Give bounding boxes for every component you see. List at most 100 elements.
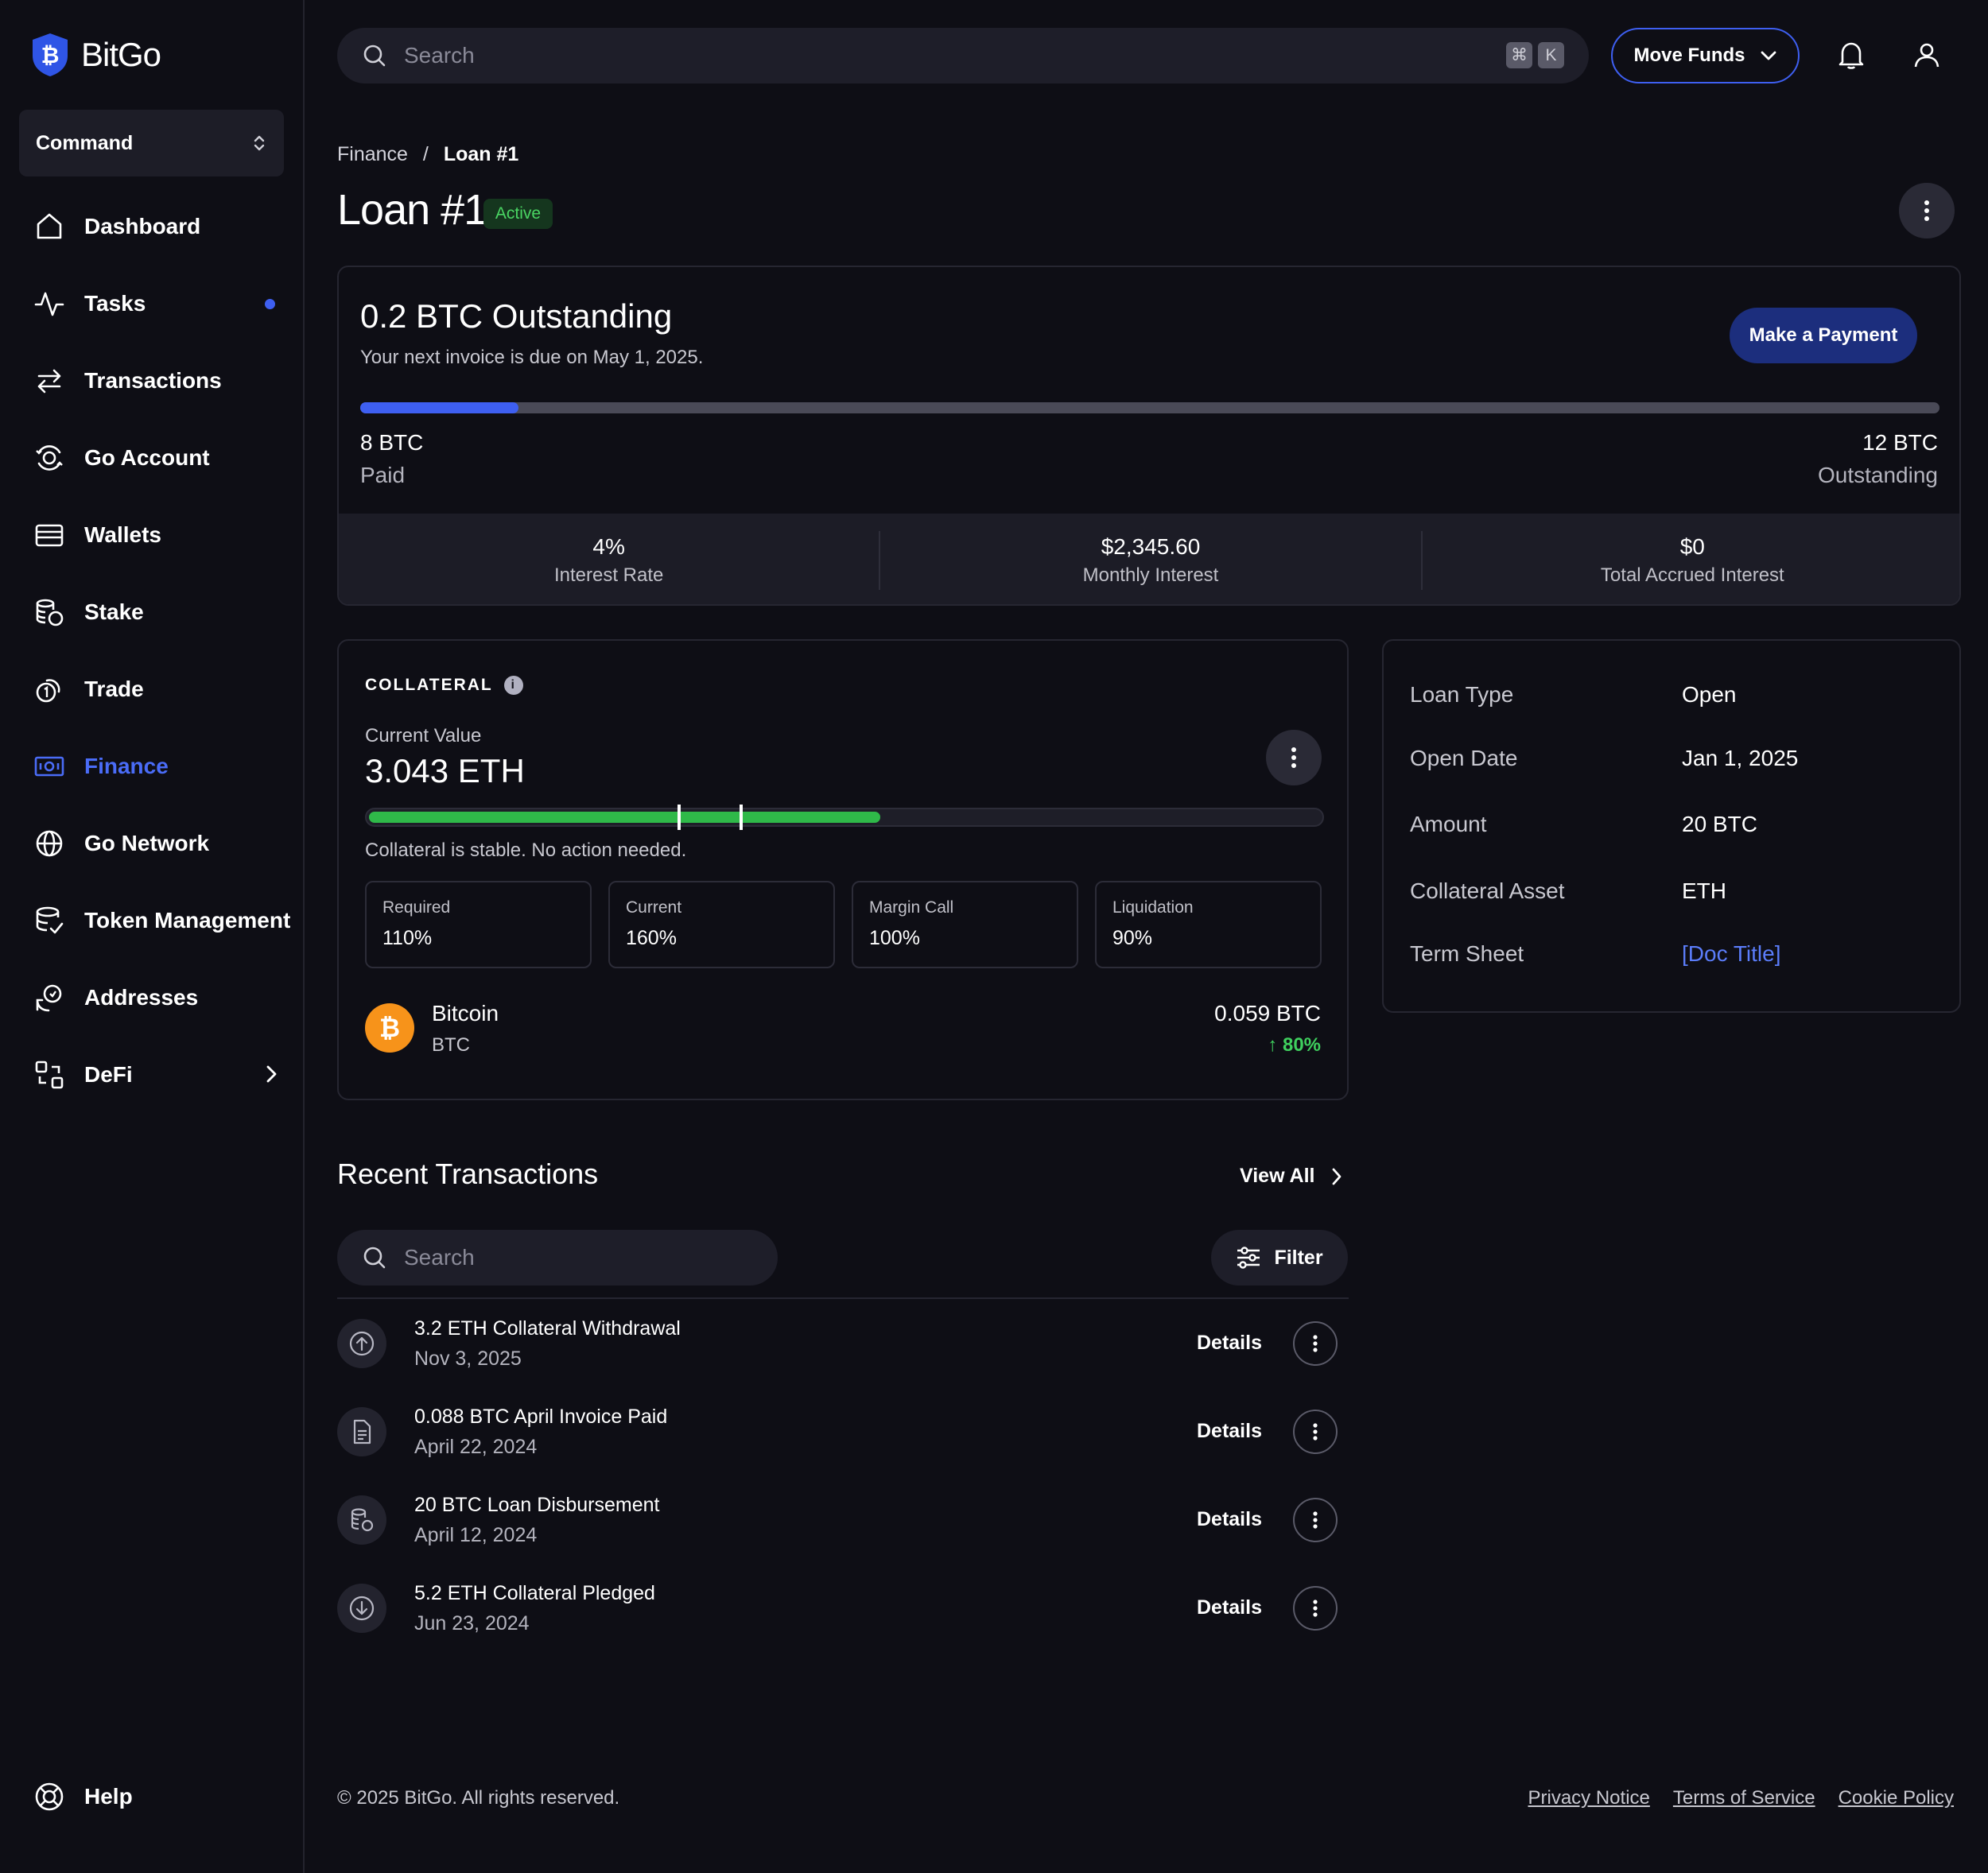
filter-button[interactable]: Filter	[1211, 1230, 1348, 1286]
collateral-title: COLLATERAL	[365, 676, 493, 694]
details-button[interactable]: Details	[1197, 1332, 1262, 1355]
sidebar-item-label: Transactions	[84, 367, 222, 393]
sidebar-item-defi[interactable]: DeFi	[0, 1036, 305, 1113]
metric-label: Margin Call	[869, 898, 954, 917]
svg-text:₿: ₿	[41, 43, 60, 68]
details-button[interactable]: Details	[1197, 1420, 1262, 1443]
search-placeholder: Search	[404, 43, 475, 68]
k-key-hint: K	[1538, 42, 1564, 68]
sidebar-item-finance[interactable]: Finance	[0, 727, 305, 805]
sidebar-item-label: Dashboard	[84, 213, 201, 238]
collateral-health-fill	[369, 812, 881, 823]
more-vertical-icon	[1313, 1510, 1318, 1530]
search-icon	[363, 1246, 386, 1270]
move-funds-label: Move Funds	[1633, 45, 1745, 66]
transaction-row[interactable]: 0.088 BTC April Invoice Paid April 22, 2…	[337, 1396, 1349, 1468]
transaction-row[interactable]: 3.2 ETH Collateral Withdrawal Nov 3, 202…	[337, 1308, 1349, 1379]
row-more-button[interactable]	[1293, 1321, 1338, 1366]
stat-value: $0	[1679, 534, 1705, 559]
sidebar-item-go-network[interactable]: Go Network	[0, 805, 305, 882]
bitcoin-icon: ₿	[365, 1003, 414, 1053]
search-icon	[363, 44, 386, 68]
asset-ticker: BTC	[432, 1034, 470, 1056]
term-sheet-link[interactable]: [Doc Title]	[1682, 941, 1780, 967]
detail-label: Open Date	[1410, 746, 1518, 770]
document-icon	[337, 1407, 386, 1456]
bell-icon[interactable]	[1837, 40, 1866, 70]
help-link[interactable]: Help	[33, 1781, 133, 1813]
arrows-swap-icon	[33, 365, 65, 397]
cookie-policy-link[interactable]: Cookie Policy	[1839, 1787, 1954, 1809]
detail-value: Jan 1, 2025	[1682, 746, 1799, 770]
sidebar-item-trade[interactable]: Trade	[0, 650, 305, 727]
sidebar-item-token-management[interactable]: Token Management	[0, 882, 305, 959]
user-profile-icon[interactable]	[1912, 40, 1941, 70]
detail-value: ETH	[1682, 878, 1726, 903]
metric-liquidation: Liquidation 90%	[1095, 881, 1322, 968]
collateral-card: COLLATERAL i Current Value 3.043 ETH Col…	[337, 639, 1349, 1100]
recent-transactions-title: Recent Transactions	[337, 1158, 599, 1190]
move-funds-button[interactable]: Move Funds	[1611, 28, 1800, 83]
view-all-link[interactable]: View All	[1240, 1165, 1343, 1188]
logo[interactable]: ₿ BitGo	[30, 32, 161, 78]
transaction-title: 5.2 ETH Collateral Pledged	[414, 1582, 655, 1604]
command-key-icon: ⌘	[1506, 42, 1532, 68]
stat-label: Interest Rate	[553, 564, 664, 586]
addresses-icon	[33, 982, 65, 1014]
detail-value: 20 BTC	[1682, 812, 1757, 836]
metric-value: 110%	[382, 927, 433, 949]
details-button[interactable]: Details	[1197, 1508, 1262, 1531]
home-icon	[33, 211, 65, 242]
more-vertical-icon	[1313, 1422, 1318, 1441]
token-management-icon	[33, 905, 65, 936]
sidebar-item-label: Wallets	[84, 522, 161, 547]
stat-monthly-interest: $2,345.60 Monthly Interest	[880, 531, 1423, 590]
activity-icon	[33, 288, 65, 320]
transaction-date: Nov 3, 2025	[414, 1348, 522, 1370]
privacy-notice-link[interactable]: Privacy Notice	[1528, 1787, 1650, 1809]
transaction-title: 20 BTC Loan Disbursement	[414, 1494, 660, 1516]
sidebar-item-wallets[interactable]: Wallets	[0, 496, 305, 573]
sidebar-item-label: Go Account	[84, 444, 210, 470]
metric-value: 90%	[1112, 927, 1153, 949]
svg-text:₿: ₿	[379, 1013, 400, 1043]
sidebar-item-go-account[interactable]: Go Account	[0, 419, 305, 496]
transaction-date: April 12, 2024	[414, 1524, 538, 1546]
sidebar-item-dashboard[interactable]: Dashboard	[0, 188, 305, 265]
sidebar-item-label: Trade	[84, 676, 144, 701]
current-value: 3.043 ETH	[365, 752, 525, 789]
finance-icon	[33, 750, 65, 782]
loan-details-card: Loan Type Open Open Date Jan 1, 2025 Amo…	[1382, 639, 1961, 1013]
paid-label: Paid	[360, 463, 406, 487]
stat-value: 4%	[592, 534, 625, 559]
sidebar-item-addresses[interactable]: Addresses	[0, 959, 305, 1036]
metric-label: Current	[626, 898, 682, 917]
command-selector[interactable]: Command	[19, 110, 284, 176]
row-more-button[interactable]	[1293, 1498, 1338, 1542]
sidebar-item-label: Stake	[84, 599, 144, 624]
row-more-button[interactable]	[1293, 1410, 1338, 1454]
transactions-search-input[interactable]: Search	[337, 1230, 778, 1286]
global-search-input[interactable]: Search ⌘ K	[337, 28, 1589, 83]
breadcrumb-finance[interactable]: Finance	[337, 143, 408, 165]
help-label: Help	[84, 1784, 133, 1809]
details-button[interactable]: Details	[1197, 1596, 1262, 1619]
row-more-button[interactable]	[1293, 1586, 1338, 1631]
info-icon[interactable]: i	[503, 676, 523, 695]
make-payment-button[interactable]: Make a Payment	[1730, 308, 1917, 363]
transaction-row[interactable]: 20 BTC Loan Disbursement April 12, 2024 …	[337, 1484, 1349, 1556]
sidebar-item-label: Tasks	[84, 290, 146, 316]
sidebar-item-transactions[interactable]: Transactions	[0, 342, 305, 419]
transaction-date: Jun 23, 2024	[414, 1612, 530, 1635]
chevron-down-icon	[1760, 50, 1777, 61]
breadcrumb-separator: /	[422, 143, 429, 165]
sidebar-item-label: Go Network	[84, 830, 210, 855]
metric-value: 160%	[626, 927, 677, 949]
collateral-more-button[interactable]	[1266, 730, 1322, 785]
sidebar-nav: Dashboard Tasks Transactions Go Account …	[0, 188, 305, 1113]
transaction-row[interactable]: 5.2 ETH Collateral Pledged Jun 23, 2024 …	[337, 1572, 1349, 1644]
terms-of-service-link[interactable]: Terms of Service	[1673, 1787, 1815, 1809]
sidebar-item-tasks[interactable]: Tasks	[0, 265, 305, 342]
sidebar-item-stake[interactable]: Stake	[0, 573, 305, 650]
page-more-button[interactable]	[1899, 183, 1955, 238]
